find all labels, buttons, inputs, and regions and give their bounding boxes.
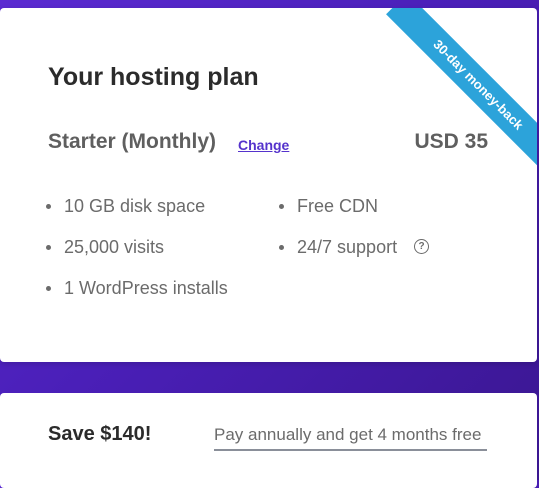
- help-question-icon[interactable]: ?: [414, 238, 430, 254]
- bullet-icon: [279, 204, 284, 209]
- feature-label: Free CDN: [297, 196, 379, 216]
- features-list-right: Free CDN 24/7 support ?: [279, 194, 430, 276]
- hosting-plan-card: 30-day money-back Your hosting plan Star…: [0, 8, 537, 362]
- feature-item: 10 GB disk space: [46, 194, 228, 235]
- plan-card-title: Your hosting plan: [48, 63, 259, 91]
- feature-item: 25,000 visits: [46, 235, 228, 276]
- bullet-icon: [46, 286, 51, 291]
- bullet-icon: [279, 245, 284, 250]
- feature-label: 25,000 visits: [64, 237, 165, 257]
- save-annual-card: Save $140! Pay annually and get 4 months…: [0, 393, 537, 488]
- bullet-icon: [46, 204, 51, 209]
- bullet-icon: [46, 245, 51, 250]
- change-plan-link[interactable]: Change: [238, 137, 289, 153]
- feature-label: 1 WordPress installs: [64, 278, 228, 298]
- feature-label: 10 GB disk space: [64, 196, 206, 216]
- feature-label: 24/7 support: [297, 237, 398, 257]
- save-amount-title: Save $140!: [48, 423, 152, 445]
- plan-name: Starter (Monthly): [48, 130, 216, 153]
- plan-row: Starter (Monthly) Change USD 35: [48, 130, 488, 160]
- pay-annually-link[interactable]: Pay annually and get 4 months free: [214, 425, 487, 451]
- feature-item: Free CDN: [279, 194, 429, 235]
- feature-item: 1 WordPress installs: [46, 276, 228, 317]
- plan-price: USD 35: [414, 130, 488, 153]
- feature-item: 24/7 support ?: [279, 235, 430, 276]
- features-list-left: 10 GB disk space 25,000 visits 1 WordPre…: [46, 194, 228, 317]
